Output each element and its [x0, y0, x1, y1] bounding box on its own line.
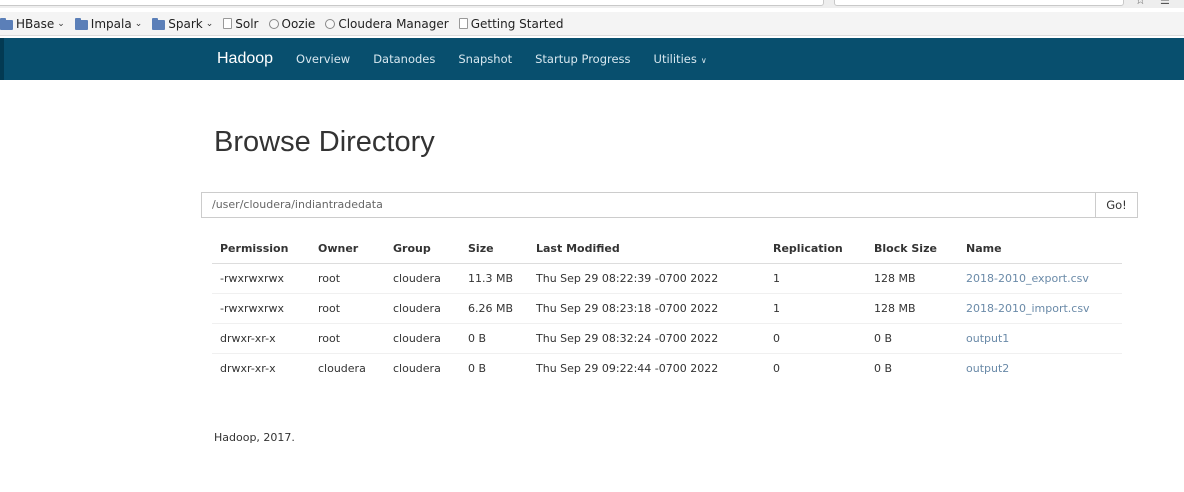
table-cell: 2018-2010_export.csv — [958, 263, 1122, 293]
bookmark-label: Spark — [168, 16, 203, 31]
chevron-down-icon: ∨ — [700, 56, 707, 65]
nav-link[interactable]: Datanodes — [373, 52, 435, 66]
column-header[interactable]: Permission — [212, 234, 310, 264]
nav-link-label: Overview — [296, 52, 351, 66]
table-cell: root — [310, 322, 385, 353]
bookmark-item[interactable]: Spark ⌄ — [152, 17, 213, 31]
column-header[interactable]: Replication — [765, 234, 866, 264]
top-navbar: Hadoop Overview Datanodes Snapshot Startup … — [0, 38, 1184, 80]
table-cell: 2018-2010_import.csv — [958, 292, 1122, 323]
bookmark-star-icon[interactable]: ☆ — [1135, 0, 1146, 7]
table-cell: Thu Sep 29 08:32:24 -0700 2022 — [528, 322, 765, 353]
table-row: drwxr-xr-x cloudera cloudera 0 B Thu Sep 29 … — [212, 352, 1122, 383]
column-header[interactable]: Block Size — [866, 234, 958, 264]
table-cell: -rwxrwxrwx — [212, 292, 310, 323]
column-header[interactable]: Group — [385, 234, 460, 264]
go-button[interactable]: Go! — [1095, 192, 1138, 218]
navbar-brand[interactable]: Hadoop — [217, 50, 273, 68]
nav-link-label: Utilities — [653, 52, 697, 66]
page-title: Browse Directory — [214, 126, 435, 158]
table-row: -rwxrwxrwx root cloudera 6.26 MB Thu Sep 29 … — [212, 292, 1122, 323]
table-cell: cloudera — [385, 352, 460, 383]
bookmark-label: Solr — [235, 16, 259, 31]
table-row: drwxr-xr-x root cloudera 0 B Thu Sep 29 08:3… — [212, 322, 1122, 353]
nav-link[interactable]: Snapshot — [458, 52, 512, 66]
address-bar[interactable] — [0, 0, 824, 6]
table-cell: Thu Sep 29 09:22:44 -0700 2022 — [528, 352, 765, 383]
footer-text: Hadoop, 2017. — [214, 431, 295, 444]
menu-icon[interactable]: ☰ — [1160, 0, 1170, 7]
nav-link[interactable]: Startup Progress — [535, 52, 630, 66]
table-cell: root — [318, 271, 341, 285]
file-name-link[interactable]: 2018-2010_import.csv — [966, 302, 1090, 315]
table-cell: 0 — [765, 352, 866, 383]
table-cell: 0 B — [460, 352, 528, 383]
bookmark-label: Impala — [90, 16, 132, 31]
folder-icon — [0, 17, 13, 30]
directory-path-input[interactable]: /user/cloudera/indiantradedata — [201, 192, 1096, 218]
table-cell: cloudera — [385, 292, 460, 323]
directory-listing-table: Permission Owner Group Size Last Modified Rep… — [212, 234, 1122, 383]
column-header[interactable]: Size — [460, 234, 528, 264]
table-cell: 0 B — [866, 352, 958, 383]
bookmark-label: HBase — [16, 16, 55, 31]
nav-link-label: Snapshot — [458, 52, 513, 66]
column-header[interactable]: Name — [958, 234, 1122, 264]
bookmark-item[interactable]: Getting Started — [458, 16, 564, 31]
table-cell: Thu Sep 29 08:23:18 -0700 2022 — [528, 292, 765, 323]
table-cell: cloudera — [310, 352, 385, 383]
table-cell: 1 — [765, 292, 866, 323]
table-cell: Thu Sep 29 08:22:39 -0700 2022 — [536, 271, 719, 285]
bookmark-label: Cloudera Manager — [338, 16, 449, 31]
nav-link[interactable]: Utilities ∨ — [654, 52, 707, 66]
table-cell: cloudera — [385, 322, 460, 353]
nav-link-label: Datanodes — [373, 52, 436, 66]
table-cell: 11.3 MB — [468, 271, 514, 285]
browser-url-strip: ☆ ☰ — [0, 0, 1184, 8]
chevron-down-icon: ⌄ — [205, 18, 214, 29]
chevron-down-icon: ⌄ — [134, 18, 143, 29]
bookmark-item[interactable]: Solr — [223, 16, 259, 31]
table-cell: cloudera — [393, 271, 441, 285]
bookmark-item[interactable]: Cloudera Manager — [325, 16, 449, 31]
table-cell: drwxr-xr-x — [212, 322, 310, 353]
table-cell: output1 — [958, 322, 1122, 353]
column-header[interactable]: Last Modified — [528, 234, 765, 264]
nav-link[interactable]: Overview — [296, 52, 350, 66]
table-cell: -rwxrwxrwx — [220, 271, 285, 285]
file-name-link[interactable]: output2 — [966, 362, 1009, 375]
file-name-link[interactable]: output1 — [966, 332, 1009, 345]
table-cell: 128 MB — [874, 271, 916, 285]
table-body: -rwxrwxrwx root cloudera 11.3 MB Thu Sep 29 … — [212, 263, 1122, 383]
folder-icon — [74, 17, 88, 30]
folder-icon — [152, 17, 166, 30]
table-row: -rwxrwxrwx root cloudera 11.3 MB Thu Sep 29 … — [212, 263, 1122, 293]
table-cell: 6.26 MB — [460, 292, 528, 323]
table-cell: 1 — [773, 271, 780, 285]
table-cell: 0 B — [460, 322, 528, 353]
bookmarks-bar: HBase ⌄ Impala ⌄ Spark ⌄ Solr Oozie Cloudera Man… — [0, 12, 1184, 36]
bookmark-item[interactable]: HBase ⌄ — [0, 17, 65, 31]
table-cell: output2 — [958, 352, 1122, 383]
table-cell: 0 B — [866, 322, 958, 353]
table-cell: root — [310, 292, 385, 323]
bookmark-label: Getting Started — [470, 16, 564, 31]
page-icon — [223, 18, 233, 29]
bookmark-label: Oozie — [281, 16, 316, 31]
file-name-link[interactable]: 2018-2010_export.csv — [966, 272, 1089, 285]
bookmark-item[interactable]: Oozie — [268, 16, 316, 31]
search-bar[interactable] — [834, 0, 1124, 6]
table-cell: drwxr-xr-x — [212, 352, 310, 383]
bookmark-item[interactable]: Impala ⌄ — [74, 16, 143, 31]
nav-link-label: Startup Progress — [535, 52, 631, 66]
column-header[interactable]: Owner — [310, 234, 385, 264]
table-header-row: Permission Owner Group Size Last Modified Rep… — [212, 234, 1122, 264]
globe-icon — [325, 18, 336, 29]
table-cell: 0 — [765, 322, 866, 353]
chevron-down-icon: ⌄ — [57, 18, 65, 29]
page-icon — [458, 18, 468, 29]
globe-icon — [268, 18, 279, 29]
table-cell: 128 MB — [866, 292, 958, 323]
